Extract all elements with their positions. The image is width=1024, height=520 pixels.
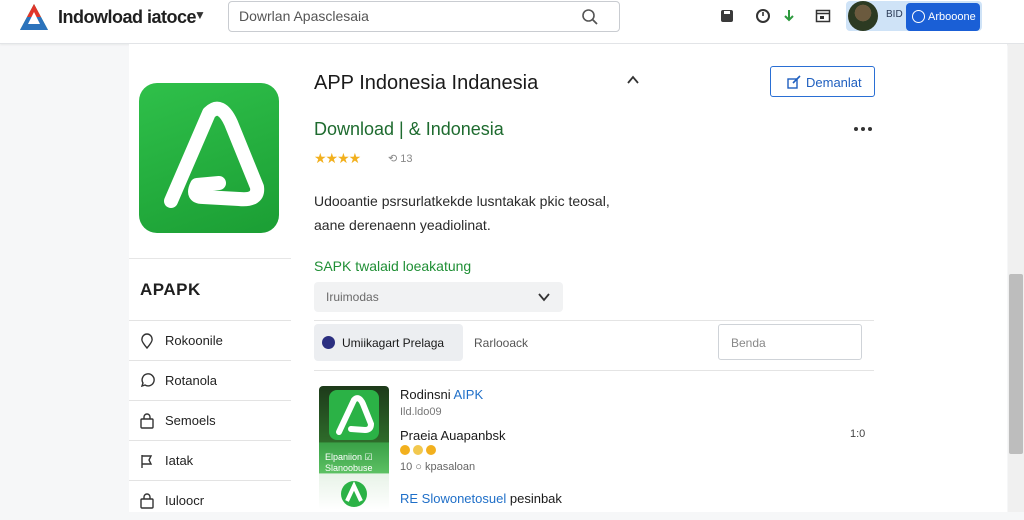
download-button-label: Demanlat bbox=[806, 75, 862, 90]
download-button[interactable]: Demanlat bbox=[770, 66, 875, 97]
list-item-name[interactable]: Praeia Auapanbsk bbox=[400, 428, 506, 443]
sidebar-item-iuloocr[interactable]: Iuloocr bbox=[129, 480, 291, 520]
search-input[interactable] bbox=[239, 8, 569, 24]
version-select-value: Iruimodas bbox=[326, 290, 379, 304]
list-item-footer-text: pesinbak bbox=[509, 491, 562, 506]
app-logo-icon bbox=[329, 390, 379, 440]
page-title: APP Indonesia Indanesia bbox=[314, 72, 539, 94]
apk-brand[interactable]: APAPK bbox=[140, 280, 201, 300]
list-item-count: 1:0 bbox=[850, 428, 866, 440]
bag-icon bbox=[140, 413, 154, 429]
save-icon[interactable] bbox=[719, 8, 735, 24]
bag-icon bbox=[140, 493, 154, 509]
list-item-size: 10 ○ kpasaloan bbox=[400, 461, 476, 473]
search-icon[interactable] bbox=[581, 8, 599, 26]
avatar[interactable] bbox=[848, 1, 878, 31]
star-rating: ★★★★ bbox=[314, 150, 361, 166]
filter-input[interactable] bbox=[731, 336, 851, 350]
version-select[interactable]: Iruimodas bbox=[314, 282, 563, 312]
list-item-version: Ild.ldo09 bbox=[400, 406, 442, 418]
sidebar-item-iatak[interactable]: Iatak bbox=[129, 440, 291, 480]
more-options-icon[interactable] bbox=[852, 122, 874, 136]
tab-icon bbox=[322, 336, 335, 349]
chat-icon bbox=[140, 373, 155, 388]
sidebar-item-label: Rotanola bbox=[165, 373, 218, 388]
tab-label: Umiikagart Prelaga bbox=[342, 336, 445, 350]
search-field[interactable] bbox=[228, 1, 620, 32]
tab-active[interactable]: Umiikagart Prelaga bbox=[314, 324, 463, 361]
divider bbox=[129, 258, 291, 259]
thumb-caption: Elpaniion ☑ Slanoobuse bbox=[325, 452, 373, 473]
list-item-title-accent: AIPK bbox=[453, 387, 484, 402]
versions-section-title: SAPK twalaid loeakatung bbox=[314, 258, 472, 274]
main-panel bbox=[291, 44, 1007, 512]
sidebar-item-rotanola[interactable]: Rotanola bbox=[129, 360, 291, 400]
badge-icons bbox=[400, 445, 436, 455]
sidebar-item-label: Rokoonile bbox=[165, 333, 223, 348]
account-button[interactable]: Arbooone bbox=[906, 3, 980, 31]
site-title[interactable]: Indowload iatoce bbox=[58, 7, 197, 28]
app-logo-icon bbox=[139, 83, 279, 233]
download-arrow-icon[interactable] bbox=[781, 8, 797, 24]
site-logo-icon[interactable] bbox=[18, 2, 50, 32]
chevron-down-icon[interactable]: ▼ bbox=[194, 8, 206, 22]
clock-icon[interactable] bbox=[755, 8, 771, 24]
list-item-thumbnail[interactable]: Elpaniion ☑ Slanoobuse bbox=[319, 386, 389, 510]
account-icon bbox=[912, 10, 925, 23]
app-logo-icon bbox=[341, 481, 367, 507]
window-icon[interactable] bbox=[815, 8, 831, 24]
sidebar-item-semoels[interactable]: Semoels bbox=[129, 400, 291, 440]
sidebar-item-label: Semoels bbox=[165, 413, 216, 428]
chevron-up-icon[interactable] bbox=[626, 74, 640, 86]
scrollbar-thumb[interactable] bbox=[1009, 274, 1023, 454]
list-item-title-text: Rodinsni bbox=[400, 387, 451, 402]
developer-name[interactable]: Download | & Indonesia bbox=[314, 119, 504, 140]
list-item-footer[interactable]: RE Slowonetosuel pesinbak bbox=[400, 491, 562, 506]
divider bbox=[314, 320, 874, 321]
language-code: BID bbox=[886, 9, 903, 20]
pin-icon bbox=[141, 333, 153, 349]
sidebar-item-label: Iatak bbox=[165, 453, 194, 468]
chevron-down-icon bbox=[538, 293, 550, 302]
tab-second[interactable]: Rarlooack bbox=[474, 336, 528, 350]
account-button-label: Arbooone bbox=[928, 11, 976, 23]
list-item-footer-accent: RE Slowonetosuel bbox=[400, 491, 507, 506]
filter-field[interactable] bbox=[718, 324, 862, 360]
app-description: Udooantie psrsurlatkekde lusntakak pkic … bbox=[314, 193, 610, 233]
divider bbox=[314, 370, 874, 371]
rating-count: ⟲ 13 bbox=[388, 153, 413, 165]
list-item-title[interactable]: Rodinsni AIPK bbox=[400, 387, 483, 402]
sidebar-item-label: Iuloocr bbox=[165, 493, 205, 508]
flag-icon bbox=[141, 455, 153, 468]
sidebar-item-rokoonile[interactable]: Rokoonile bbox=[129, 320, 291, 360]
edit-icon bbox=[787, 75, 801, 89]
